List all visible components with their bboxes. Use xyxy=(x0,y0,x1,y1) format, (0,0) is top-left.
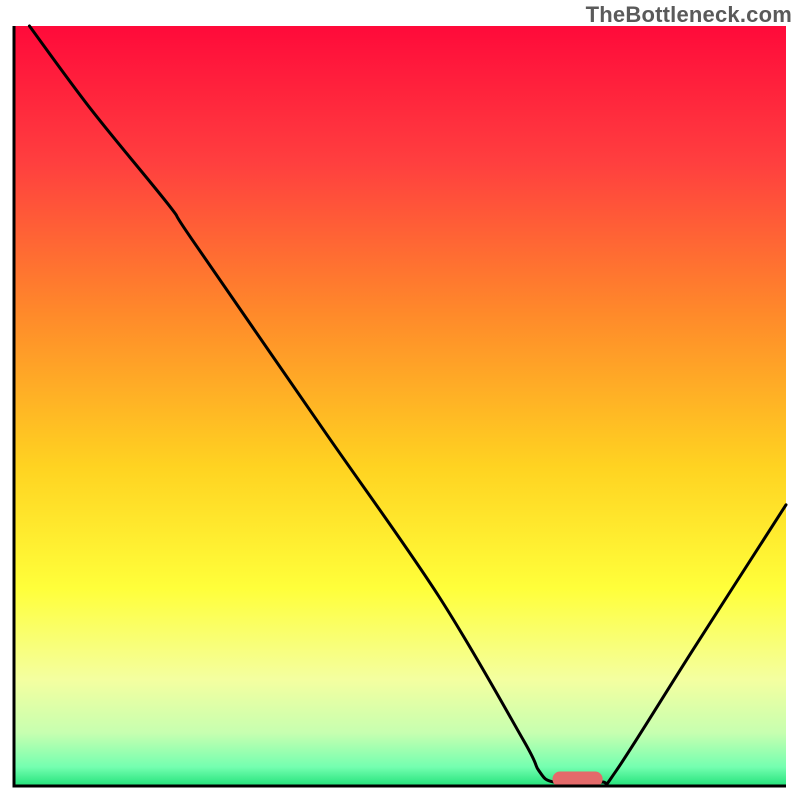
watermark-label: TheBottleneck.com xyxy=(586,2,792,28)
optimal-range-marker xyxy=(552,772,602,787)
chart-container: TheBottleneck.com xyxy=(0,0,800,800)
bottleneck-chart xyxy=(0,0,800,800)
plot-background xyxy=(14,26,786,786)
